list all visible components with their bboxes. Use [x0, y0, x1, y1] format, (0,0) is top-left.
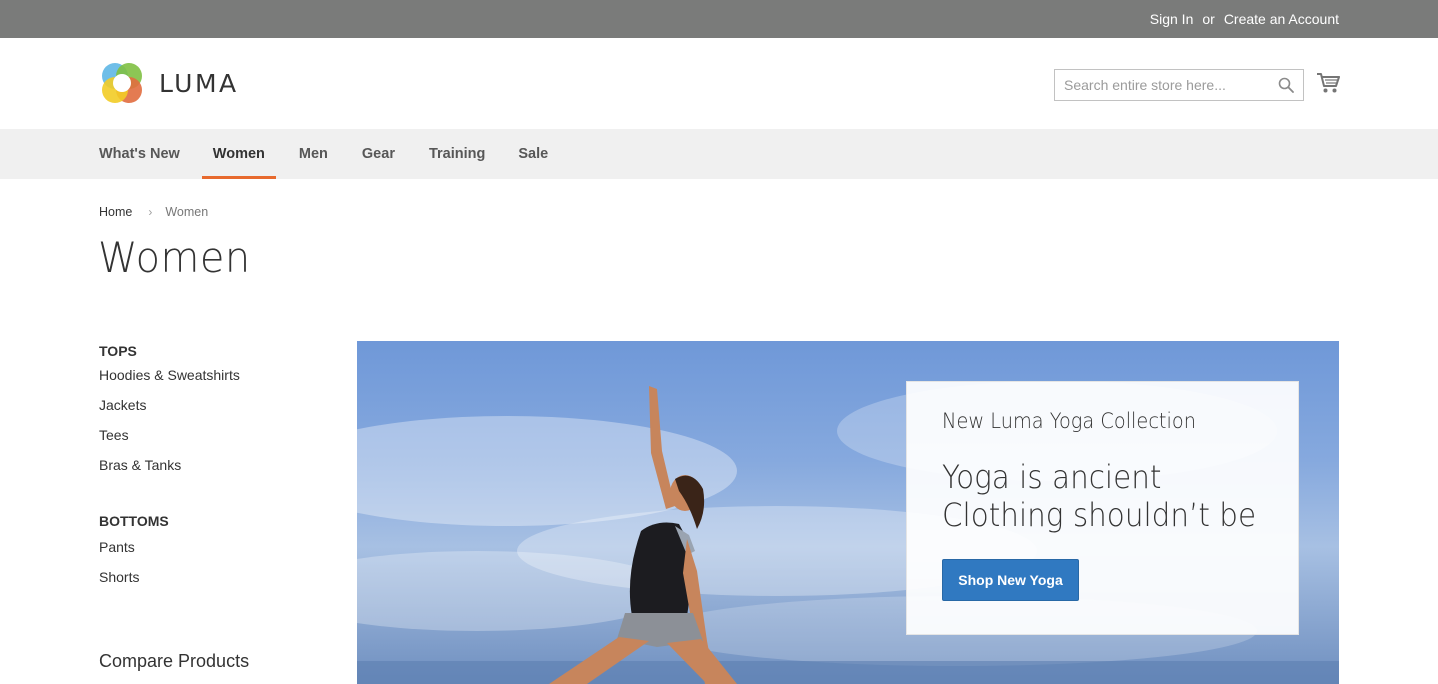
top-bar: Sign In or Create an Account — [0, 0, 1438, 38]
logo-text: LUMA — [159, 68, 239, 98]
create-account-link[interactable]: Create an Account — [1224, 11, 1339, 27]
promo-card: New Luma Yoga Collection Yoga is ancient… — [906, 381, 1299, 635]
promo-headline-line-1: Yoga is ancient — [942, 458, 1162, 496]
logo[interactable]: LUMA — [99, 60, 239, 106]
promo-headline-line-2: Clothing shouldn’t be — [942, 496, 1257, 534]
nav-item-women[interactable]: Women — [201, 129, 277, 179]
cart-icon[interactable] — [1316, 72, 1340, 94]
search-box — [1054, 69, 1304, 101]
or-separator: or — [1202, 11, 1215, 27]
category-group-title: BOTTOMS — [99, 513, 169, 529]
chevron-right-icon: › — [148, 205, 153, 219]
category-link[interactable]: Hoodies & Sweatshirts — [99, 360, 319, 390]
category-link[interactable]: Pants — [99, 532, 319, 562]
category-link[interactable]: Jackets — [99, 390, 319, 420]
breadcrumb-home[interactable]: Home — [99, 205, 132, 219]
category-sidebar: TOPS Hoodies & Sweatshirts Jackets Tees … — [99, 340, 319, 592]
promo-headline: Yoga is ancient Clothing shouldn’t be — [942, 458, 1256, 534]
nav-item-gear[interactable]: Gear — [362, 129, 395, 179]
category-group-bottoms: BOTTOMS Pants Shorts — [99, 510, 319, 592]
category-link[interactable]: Shorts — [99, 562, 319, 592]
category-link[interactable]: Bras & Tanks — [99, 450, 319, 480]
breadcrumb: Home › Women — [99, 205, 208, 219]
category-group-title: TOPS — [99, 343, 137, 359]
nav-item-men[interactable]: Men — [299, 129, 328, 179]
category-link[interactable]: Tees — [99, 420, 319, 450]
shop-new-yoga-button[interactable]: Shop New Yoga — [942, 559, 1079, 601]
nav-item-whats-new[interactable]: What's New — [99, 129, 180, 179]
account-links: Sign In or Create an Account — [1150, 0, 1339, 38]
nav-item-sale[interactable]: Sale — [518, 129, 548, 179]
page-title: Women — [98, 233, 251, 282]
promo-subtitle: New Luma Yoga Collection — [942, 409, 1196, 433]
category-group-tops: TOPS Hoodies & Sweatshirts Jackets Tees … — [99, 340, 319, 480]
hero-banner[interactable]: New Luma Yoga Collection Yoga is ancient… — [357, 341, 1339, 684]
search-icon[interactable] — [1278, 77, 1294, 93]
breadcrumb-current: Women — [165, 205, 209, 219]
sign-in-link[interactable]: Sign In — [1150, 11, 1194, 27]
header: LUMA — [0, 38, 1438, 129]
nav-item-training[interactable]: Training — [429, 129, 485, 179]
compare-products-title: Compare Products — [99, 651, 250, 671]
main-navigation: What's New Women Men Gear Training Sale — [0, 129, 1438, 179]
luma-logo-icon — [102, 63, 142, 103]
search-input[interactable] — [1055, 70, 1275, 100]
